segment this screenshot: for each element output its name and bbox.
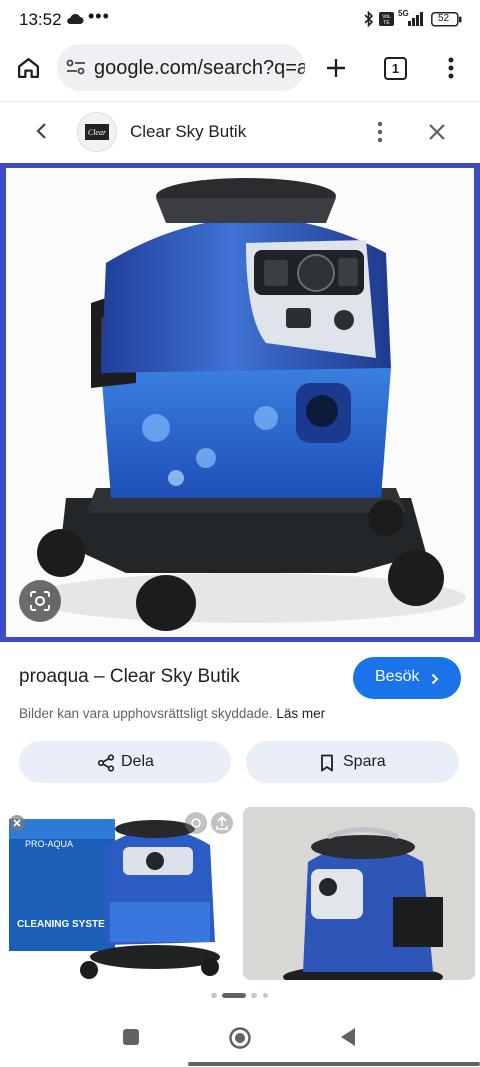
site-logo: Clear — [77, 112, 117, 152]
page-dot — [211, 993, 217, 998]
page-dot — [251, 993, 257, 998]
battery-level: 52 — [438, 13, 450, 24]
recents-icon[interactable] — [122, 1028, 140, 1051]
back-icon[interactable] — [339, 1027, 357, 1052]
google-lens-icon — [29, 590, 51, 617]
tab-switcher-icon[interactable]: 1 — [384, 57, 407, 80]
share-icon — [97, 754, 115, 777]
bookmark-icon — [320, 754, 334, 777]
new-tab-icon[interactable] — [324, 56, 348, 85]
image-viewer-header: Clear Clear Sky Butik — [0, 101, 480, 162]
lens-icon[interactable] — [185, 812, 207, 834]
url-text: google.com/search?q=a — [94, 57, 305, 79]
cloud-icon — [66, 12, 84, 30]
visit-button[interactable]: Besök — [353, 657, 461, 699]
chevron-right-icon — [431, 672, 439, 690]
image-title: proaqua – Clear Sky Butik — [19, 666, 240, 687]
status-more: ••• — [88, 6, 110, 26]
main-image-frame[interactable] — [0, 163, 480, 642]
status-time: 13:52 — [19, 10, 62, 29]
site-name: Clear Sky Butik — [130, 122, 247, 141]
signal-icon — [402, 12, 426, 31]
box-brand-text: PRO-AQUA — [25, 839, 73, 849]
svg-text:TE: TE — [383, 20, 390, 26]
related-image-1[interactable]: PRO-AQUA CLEANING SYSTEM — [5, 807, 235, 980]
copyright-text: Bilder kan vara upphovsrättsligt skyddad… — [19, 706, 273, 721]
bluetooth-icon — [364, 10, 374, 32]
volte-icon: VoL TE — [379, 12, 394, 31]
system-nav-bar — [0, 1010, 480, 1067]
lens-search-button[interactable] — [19, 580, 61, 622]
back-arrow-icon[interactable] — [32, 121, 52, 146]
save-label: Spara — [343, 753, 386, 770]
share-icon[interactable] — [211, 812, 233, 834]
share-label: Dela — [121, 753, 154, 770]
home-icon[interactable] — [16, 55, 41, 85]
dismiss-icon[interactable] — [9, 815, 25, 831]
related-image-2[interactable] — [243, 807, 475, 980]
menu-icon[interactable] — [441, 56, 461, 85]
site-info-icon[interactable] — [66, 58, 86, 81]
learn-more-link[interactable]: Läs mer — [276, 706, 325, 721]
page-dot — [263, 993, 268, 998]
copyright-note: Bilder kan vara upphovsrättsligt skyddad… — [19, 706, 325, 721]
save-button[interactable]: Spara — [246, 741, 459, 783]
logo-text: Clear — [88, 128, 107, 137]
page-dot-active — [222, 993, 246, 998]
more-options-icon[interactable] — [370, 120, 390, 149]
visit-button-label: Besök — [375, 668, 420, 685]
home-button-icon[interactable] — [228, 1026, 252, 1055]
box-caption-text: CLEANING SYSTEM — [17, 919, 113, 930]
vacuum-cleaner-image — [6, 168, 474, 637]
browser-toolbar: google.com/search?q=a 1 — [0, 40, 480, 100]
address-bar[interactable]: google.com/search?q=a — [57, 44, 305, 91]
close-icon[interactable] — [427, 122, 447, 147]
status-bar: 13:52 ••• VoL TE 5G 52 — [0, 0, 480, 40]
gesture-bar — [188, 1062, 480, 1066]
share-button[interactable]: Dela — [19, 741, 231, 783]
